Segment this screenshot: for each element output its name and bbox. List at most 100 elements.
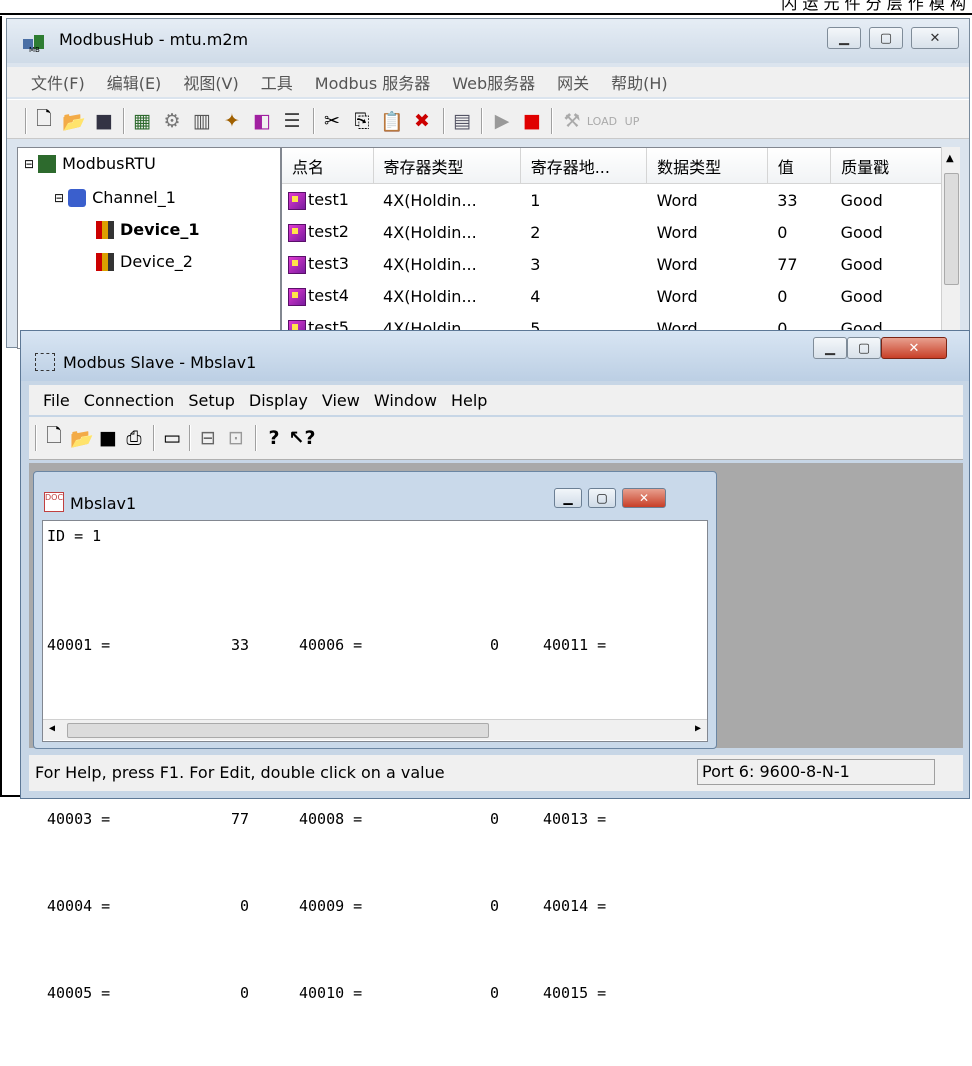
table-row[interactable]: test4 4X(Holdin... 4 Word 0 Good <box>282 280 942 312</box>
hub-menu-file[interactable]: 文件(F) <box>31 70 85 94</box>
hub-title: ModbusHub - mtu.m2m <box>59 30 249 49</box>
tree-device-1[interactable]: Device_1 <box>96 220 200 239</box>
copy-icon[interactable]: ⎘ <box>351 110 373 132</box>
hub-minimize-button[interactable]: ▁ <box>827 27 861 49</box>
tag-icon[interactable]: ◧ <box>251 110 273 132</box>
child-maximize-button[interactable]: ▢ <box>588 488 616 508</box>
slave-menu-window[interactable]: Window <box>374 391 437 410</box>
register-value[interactable]: 0 <box>193 892 249 921</box>
context-help-icon[interactable]: ↖? <box>289 427 316 449</box>
hub-menu-tools[interactable]: 工具 <box>261 70 293 94</box>
new-file-icon[interactable]: 🗋 <box>43 425 65 449</box>
col-header-name[interactable]: 点名 <box>282 148 374 184</box>
save-icon[interactable]: ■ <box>93 110 115 132</box>
col-header-register-address[interactable]: 寄存器地... <box>520 148 648 184</box>
register-value[interactable]: 33 <box>193 631 249 660</box>
register-label: 40003 = <box>47 810 111 828</box>
print-icon[interactable]: ⎙ <box>123 427 145 449</box>
hub-toolbar: 🗋 📂 ■ ▦ ⚙ ▥ ✦ ◧ ☰ ✂ ⎘ 📋 ✖ ▤ ▶ ■ ⚒ LOAD U… <box>7 99 969 139</box>
register-value[interactable]: 0 <box>463 631 499 660</box>
status-bar: For Help, press F1. For Edit, double cli… <box>29 755 963 791</box>
slave-menu-file[interactable]: File <box>43 391 70 410</box>
tools-icon[interactable]: ⚒ <box>561 110 583 132</box>
cut-icon[interactable]: ✂ <box>321 110 343 132</box>
col-header-value[interactable]: 值 <box>767 148 832 184</box>
tree-device-2[interactable]: Device_2 <box>96 252 193 271</box>
register-value[interactable]: 0 <box>463 892 499 921</box>
stop-icon[interactable]: ■ <box>521 110 543 132</box>
table-row[interactable]: test1 4X(Holdin... 1 Word 33 Good <box>282 184 942 217</box>
connect-icon[interactable]: ⊟ <box>197 427 219 449</box>
svg-text:MB: MB <box>29 46 40 53</box>
hub-close-button[interactable]: ✕ <box>911 27 959 49</box>
tag-icon <box>288 191 306 210</box>
slave-titlebar: Modbus Slave - Mbslav1 ▁ ▢ ✕ <box>21 331 969 381</box>
grid-vertical-scrollbar[interactable]: ▲ <box>941 147 960 347</box>
tree-root[interactable]: ⊟ ModbusRTU <box>24 154 156 173</box>
hub-menu-help[interactable]: 帮助(H) <box>611 70 668 94</box>
open-folder-icon[interactable]: 📂 <box>70 427 94 450</box>
hub-menu-modbus-server[interactable]: Modbus 服务器 <box>315 70 430 94</box>
tree-channel-1[interactable]: ⊟ Channel_1 <box>54 188 176 207</box>
slave-close-button[interactable]: ✕ <box>881 337 947 359</box>
scroll-left-icon[interactable]: ◀ <box>49 723 55 734</box>
hub-menu-view[interactable]: 视图(V) <box>183 70 238 94</box>
register-col-1-values: 33 0 77 0 0 <box>193 573 249 1066</box>
scrollbar-thumb[interactable] <box>67 723 489 738</box>
device-tree: ⊟ ModbusRTU ⊟ Channel_1 Device_1 Device_… <box>17 147 281 349</box>
col-header-data-type[interactable]: 数据类型 <box>646 148 768 184</box>
hub-menu-web-server[interactable]: Web服务器 <box>452 70 535 94</box>
table-row[interactable]: test2 4X(Holdin... 2 Word 0 Good <box>282 216 942 248</box>
scroll-right-icon[interactable]: ▶ <box>695 723 701 734</box>
slave-menu-setup[interactable]: Setup <box>188 391 235 410</box>
delete-icon[interactable]: ✖ <box>411 110 433 132</box>
monitor-icon[interactable]: ▤ <box>451 110 473 132</box>
register-value[interactable]: 0 <box>463 805 499 834</box>
run-icon[interactable]: ▶ <box>491 110 513 132</box>
grid-header-row: 点名 寄存器类型 寄存器地... 数据类型 值 质量戳 <box>282 148 942 184</box>
tag-icon <box>288 287 306 306</box>
hub-menu-edit[interactable]: 编辑(E) <box>107 70 162 94</box>
table-row[interactable]: test3 4X(Holdin... 3 Word 77 Good <box>282 248 942 280</box>
slave-menu-connection[interactable]: Connection <box>84 391 175 410</box>
register-label: 40010 = <box>299 984 363 1002</box>
slave-minimize-button[interactable]: ▁ <box>813 337 847 359</box>
register-view[interactable]: ID = 1 40001 = 40002 = 40003 = 40004 = 4… <box>42 520 708 1002</box>
col-header-quality[interactable]: 质量戳 <box>830 148 942 184</box>
upload-icon[interactable]: UP <box>621 110 643 132</box>
disconnect-icon[interactable]: ⊡ <box>225 427 247 449</box>
device-icon[interactable]: ▥ <box>191 110 213 132</box>
scrollbar-thumb[interactable] <box>944 173 959 285</box>
open-folder-icon[interactable]: 📂 <box>62 110 86 133</box>
help-icon[interactable]: ? <box>263 427 285 449</box>
scroll-up-icon[interactable]: ▲ <box>946 153 954 164</box>
slave-id: ID = 1 <box>47 527 102 545</box>
register-label: 40014 = <box>543 897 607 915</box>
hub-maximize-button[interactable]: ▢ <box>869 27 903 49</box>
new-tag-icon[interactable]: ✦ <box>221 110 243 132</box>
child-minimize-button[interactable]: ▁ <box>554 488 582 508</box>
register-value[interactable]: 77 <box>193 805 249 834</box>
register-horizontal-scrollbar[interactable]: ◀ ▶ <box>43 719 707 740</box>
paste-icon[interactable]: 📋 <box>380 110 404 133</box>
new-file-icon[interactable]: 🗋 <box>33 108 55 132</box>
tag-grid: 点名 寄存器类型 寄存器地... 数据类型 值 质量戳 test1 4X(Hol… <box>281 147 943 349</box>
modbus-slave-app-icon <box>35 353 55 371</box>
window-icon[interactable]: ▭ <box>161 427 183 449</box>
slave-menu-help[interactable]: Help <box>451 391 487 410</box>
add-device-icon[interactable]: ⚙ <box>161 110 183 132</box>
properties-icon[interactable]: ☰ <box>281 110 303 132</box>
hub-menu-gateway[interactable]: 网关 <box>557 70 589 94</box>
add-channel-icon[interactable]: ▦ <box>131 110 153 132</box>
register-value[interactable]: 0 <box>193 979 249 1008</box>
register-value[interactable]: 0 <box>463 979 499 1008</box>
load-icon[interactable]: LOAD <box>587 110 617 132</box>
save-icon[interactable]: ■ <box>97 427 119 449</box>
child-close-button[interactable]: ✕ <box>622 488 666 508</box>
col-header-register-type[interactable]: 寄存器类型 <box>373 148 521 184</box>
child-title: Mbslav1 <box>70 494 137 513</box>
slave-menu-display[interactable]: Display <box>249 391 308 410</box>
slave-maximize-button[interactable]: ▢ <box>847 337 881 359</box>
slave-menu-view[interactable]: View <box>322 391 360 410</box>
register-label: 40004 = <box>47 897 111 915</box>
